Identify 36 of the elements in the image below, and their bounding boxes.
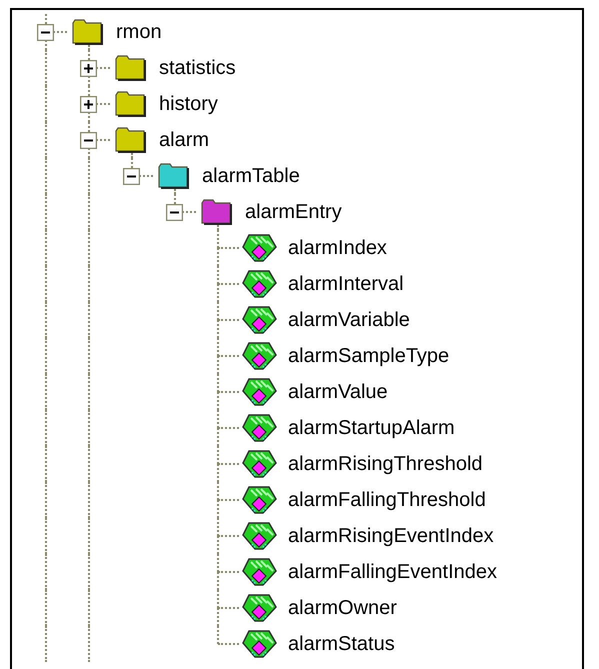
collapse-toggle[interactable] [166,204,183,221]
node-label[interactable]: alarmRisingEventIndex [288,524,494,548]
object-icon [241,233,277,263]
node-label[interactable]: alarmIndex [288,236,387,260]
expand-toggle[interactable] [80,60,97,77]
object-icon [241,629,277,659]
node-label[interactable]: alarmValue [288,380,388,404]
expand-toggle[interactable] [80,96,97,113]
node-label[interactable]: alarm [159,128,210,152]
node-label[interactable]: alarmFallingEventIndex [288,560,497,584]
node-label[interactable]: alarmSampleType [288,344,450,368]
node-label[interactable]: alarmTable [202,164,300,188]
node-label[interactable]: alarmInterval [288,272,404,296]
node-label[interactable]: alarmStartupAlarm [288,416,455,440]
node-label[interactable]: alarmOwner [288,596,397,620]
object-icon [241,557,277,587]
object-icon [241,521,277,551]
node-label[interactable]: history [159,92,218,116]
node-label[interactable]: alarmVariable [288,308,410,332]
collapse-toggle[interactable] [37,24,54,41]
collapse-toggle[interactable] [123,168,140,185]
node-label[interactable]: alarmFallingThreshold [288,488,486,512]
collapse-toggle[interactable] [80,132,97,149]
object-icon [241,449,277,479]
object-icon [241,341,277,371]
object-icon [241,269,277,299]
object-icon [241,593,277,623]
node-label[interactable]: alarmEntry [245,200,342,224]
object-icon [241,485,277,515]
object-icon [241,305,277,335]
node-label[interactable]: alarmStatus [288,632,395,656]
object-icon [241,413,277,443]
object-icon [241,377,277,407]
node-label[interactable]: statistics [159,56,236,80]
node-label[interactable]: rmon [116,20,162,44]
node-label[interactable]: alarmRisingThreshold [288,452,483,476]
